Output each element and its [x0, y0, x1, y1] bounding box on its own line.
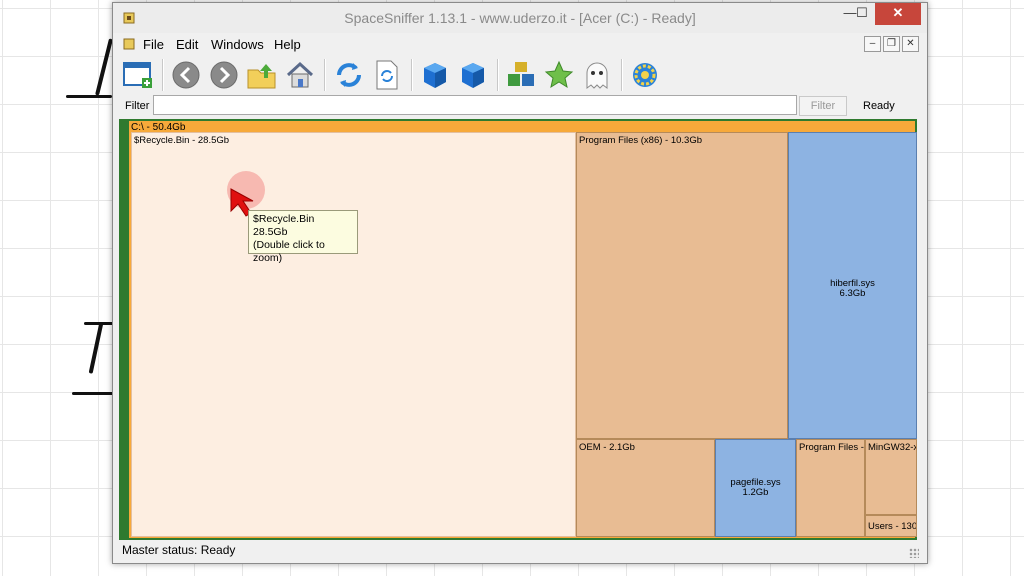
cell-size: 1.2Gb	[742, 487, 769, 498]
cell-label: Program Files (x86) - 10.3Gb	[579, 135, 703, 146]
cell-mingw[interactable]: MinGW32-x	[865, 439, 917, 515]
up-folder-icon[interactable]	[245, 58, 279, 92]
app-window: SpaceSniffer 1.13.1 - www.uderzo.it - [A…	[112, 2, 928, 564]
toolbar-separator	[497, 59, 499, 91]
title-bar[interactable]: SpaceSniffer 1.13.1 - www.uderzo.it - [A…	[113, 3, 927, 33]
tooltip-name: $Recycle.Bin	[253, 213, 315, 225]
close-button[interactable]: ✕	[875, 3, 921, 25]
tooltip-size: 28.5Gb	[253, 226, 288, 238]
treemap-view: C:\ - 50.4Gb $Recycle.Bin - 28.5Gb Progr…	[119, 119, 917, 540]
status-text: Master status: Ready	[122, 543, 236, 557]
menu-help[interactable]: Help	[274, 37, 301, 52]
forward-icon[interactable]	[207, 58, 241, 92]
cell-label: OEM - 2.1Gb	[579, 442, 635, 453]
filter-label: Filter	[125, 100, 150, 112]
new-window-icon[interactable]	[121, 58, 155, 92]
mdi-restore-button[interactable]: ❐	[883, 36, 900, 52]
blue-cube-alt-icon[interactable]	[456, 58, 490, 92]
cell-label: Users - 130.	[868, 521, 917, 532]
cell-hiberfil[interactable]: hiberfil.sys 6.3Gb	[788, 132, 917, 439]
cell-program-files-x86[interactable]: Program Files (x86) - 10.3Gb	[576, 132, 788, 439]
toolbar-separator	[621, 59, 623, 91]
cell-recycle-bin[interactable]: $Recycle.Bin - 28.5Gb	[131, 132, 576, 537]
menu-file[interactable]: File	[143, 37, 164, 52]
toolbar-separator	[162, 59, 164, 91]
pen-stroke	[66, 95, 112, 98]
toolbar	[119, 55, 921, 97]
filter-input[interactable]	[153, 95, 797, 115]
cell-users[interactable]: Users - 130.	[865, 515, 917, 537]
pen-stroke	[72, 392, 114, 395]
cell-label: Program Files -	[799, 442, 864, 453]
tooltip-hint: (Double click to zoom)	[253, 239, 325, 264]
filter-button[interactable]: Filter	[799, 96, 847, 116]
home-icon[interactable]	[283, 58, 317, 92]
star-icon[interactable]	[542, 58, 576, 92]
cell-program-files[interactable]: Program Files -	[796, 439, 865, 537]
menu-edit[interactable]: Edit	[176, 37, 198, 52]
colored-blocks-icon[interactable]	[504, 58, 538, 92]
status-bar: Master status: Ready	[119, 542, 921, 560]
rescan-icon[interactable]	[370, 58, 404, 92]
toolbar-separator	[411, 59, 413, 91]
window-title: SpaceSniffer 1.13.1 - www.uderzo.it - [A…	[344, 10, 696, 26]
ghost-icon[interactable]	[580, 58, 614, 92]
cell-pagefile[interactable]: pagefile.sys 1.2Gb	[715, 439, 796, 537]
refresh-icon[interactable]	[332, 58, 366, 92]
mdi-close-button[interactable]: ✕	[902, 36, 919, 52]
toolbar-separator	[324, 59, 326, 91]
menu-windows[interactable]: Windows	[211, 37, 264, 52]
filter-bar: Filter Filter Ready	[119, 95, 921, 117]
pen-stroke	[95, 38, 113, 96]
tooltip: $Recycle.Bin 28.5Gb (Double click to zoo…	[248, 210, 358, 264]
treemap-root[interactable]: C:\ - 50.4Gb $Recycle.Bin - 28.5Gb Progr…	[129, 121, 917, 538]
back-icon[interactable]	[169, 58, 203, 92]
cell-size: 6.3Gb	[839, 288, 866, 299]
filter-status: Ready	[863, 100, 895, 112]
pen-stroke	[88, 322, 104, 374]
cell-label: MinGW32-x	[868, 442, 917, 453]
doc-icon	[123, 38, 135, 50]
menu-bar: File Edit Windows Help – ❐ ✕	[119, 33, 921, 55]
cell-oem[interactable]: OEM - 2.1Gb	[576, 439, 715, 537]
settings-gear-icon[interactable]	[628, 58, 662, 92]
cell-label: $Recycle.Bin - 28.5Gb	[134, 135, 230, 146]
mdi-minimize-button[interactable]: –	[864, 36, 881, 52]
resize-grip-icon[interactable]	[909, 548, 919, 558]
maximize-button[interactable]: ☐	[849, 3, 875, 25]
blue-cube-icon[interactable]	[418, 58, 452, 92]
